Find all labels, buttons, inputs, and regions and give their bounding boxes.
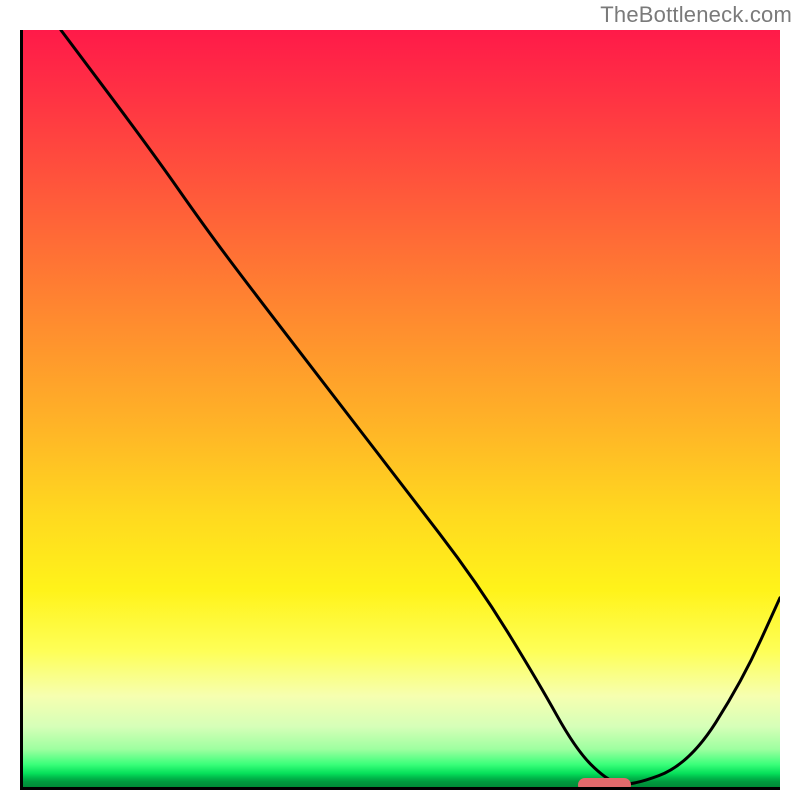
optimal-range-marker <box>578 778 631 790</box>
bottleneck-curve <box>23 30 780 787</box>
watermark-text: TheBottleneck.com <box>600 2 792 28</box>
chart-frame: TheBottleneck.com <box>0 0 800 800</box>
plot-area <box>20 30 780 790</box>
